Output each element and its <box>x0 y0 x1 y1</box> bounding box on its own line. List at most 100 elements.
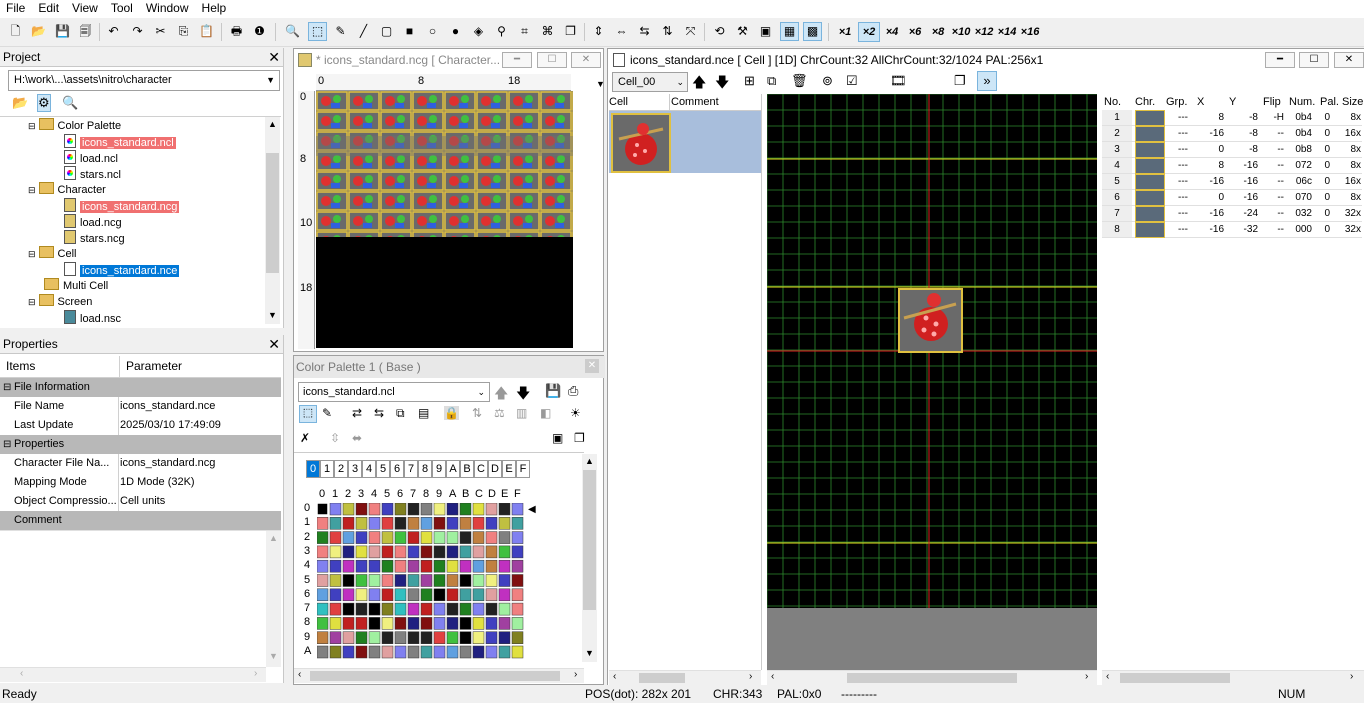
arrow-down-icon[interactable]: 🡇 <box>516 383 530 407</box>
cell-row-selected[interactable] <box>609 111 761 173</box>
chevron-left-icon[interactable]: ‹ <box>298 669 301 680</box>
tree-folder-multi-cell[interactable]: Multi Cell <box>44 278 108 294</box>
chevron-down-icon[interactable]: ⌄ <box>477 383 485 401</box>
view-icon[interactable]: ▣ <box>552 431 563 445</box>
light-icon[interactable]: ☀ <box>570 406 581 420</box>
oam-header[interactable]: Size <box>1342 95 1363 109</box>
oam-header[interactable]: Pal. <box>1320 95 1339 109</box>
windows-icon[interactable]: ❐ <box>954 73 966 89</box>
chevron-right-icon[interactable]: › <box>574 669 577 680</box>
close-icon[interactable]: ✕ <box>268 335 280 353</box>
oam-header[interactable]: Num. <box>1289 95 1315 109</box>
tree-folder-color-palette[interactable]: ⊟ Color Palette <box>28 118 121 134</box>
settings-icon[interactable]: ⚙ <box>37 94 51 112</box>
oam-row[interactable]: 7 --- -16 -24 -- 032 0 32x <box>1102 206 1362 222</box>
tree-item-load-nsc[interactable]: load.nsc <box>64 310 121 326</box>
fit-v-icon[interactable]: ⇳ <box>330 431 340 445</box>
close-button[interactable]: ✕ <box>585 359 599 373</box>
more-icon[interactable]: » <box>977 71 997 91</box>
gradient-icon[interactable]: ▤ <box>418 406 429 420</box>
oam-header[interactable]: No. <box>1104 95 1121 109</box>
ellipse-icon[interactable]: ○ <box>424 23 441 40</box>
palette-grid[interactable] <box>317 503 525 663</box>
save-icon[interactable]: 💾 <box>545 383 561 399</box>
minimize-button[interactable]: ━ <box>502 52 532 68</box>
palette-tab[interactable]: F <box>516 460 530 478</box>
tree-folder-screen[interactable]: ⊟ Screen <box>28 294 92 310</box>
oam-header[interactable]: X <box>1197 95 1204 109</box>
chevron-down-icon[interactable]: ▼ <box>268 310 277 320</box>
cut-icon[interactable]: ✂ <box>152 23 169 40</box>
copy-icon[interactable]: ⎘ <box>175 23 192 40</box>
cell-list-hscrollbar[interactable]: ‹ › <box>609 670 761 685</box>
cell-canvas-hscrollbar[interactable]: ‹ › <box>767 670 1097 685</box>
project-path-select[interactable]: H:\work\...\assets\nitro\character ▼ <box>8 70 280 91</box>
oam-row[interactable]: 3 --- 0 -8 -- 0b8 0 8x <box>1102 142 1362 158</box>
palette-tab[interactable]: B <box>460 460 474 478</box>
oam-hscrollbar[interactable]: ‹ › <box>1102 670 1364 685</box>
tree-item-load-ncg[interactable]: load.ncg <box>64 214 122 230</box>
zoom-icon[interactable]: 🔍 <box>284 23 301 40</box>
add-cell-icon[interactable]: ⊞ <box>744 73 755 89</box>
oam-row[interactable]: 8 --- -16 -32 -- 000 0 32x <box>1102 222 1362 238</box>
oam-header[interactable]: Y <box>1229 95 1236 109</box>
tree-item-icons-standard-nce[interactable]: icons_standard.nce <box>64 262 180 278</box>
select-rect-icon[interactable]: ⬚ <box>308 22 327 41</box>
chevron-up-icon[interactable]: ▲ <box>269 533 278 543</box>
chevron-down-icon[interactable]: ▼ <box>585 648 594 658</box>
fit-h-icon[interactable]: ⬌ <box>352 431 362 445</box>
undo-icon[interactable]: ↶ <box>105 23 122 40</box>
palette-scrollbar[interactable]: ▲ ▼ <box>582 454 597 662</box>
cell-canvas[interactable]: ‹ › <box>767 94 1097 685</box>
chevron-right-icon[interactable]: › <box>749 671 752 682</box>
minimize-button[interactable]: ━ <box>1265 52 1295 68</box>
rectangle-icon[interactable]: ▢ <box>378 23 395 40</box>
tree-item-icons-standard-ncg[interactable]: icons_standard.ncg <box>64 198 180 214</box>
close-button[interactable]: ✕ <box>1334 52 1364 68</box>
chevron-up-icon[interactable]: ▲ <box>585 456 594 466</box>
paste-icon[interactable]: 📋 <box>198 23 215 40</box>
zoom-x8-button[interactable]: ×8 <box>928 23 948 41</box>
menu-window[interactable]: Window <box>140 0 196 15</box>
export-icon[interactable]: ⎙ <box>568 383 578 399</box>
windows-icon[interactable]: ❐ <box>574 431 585 445</box>
palette-tab[interactable]: 6 <box>390 460 404 478</box>
group-file-information[interactable]: ⊟ File Information <box>0 378 281 398</box>
cell-select[interactable]: Cell_00 ⌄ <box>612 72 688 92</box>
tree-item-stars-ncg[interactable]: stars.ncg <box>64 230 125 246</box>
palette-tab[interactable]: 1 <box>320 460 334 478</box>
brush-icon[interactable]: ⌘ <box>539 23 556 40</box>
chevron-up-icon[interactable]: ▲ <box>268 119 277 129</box>
new-file-icon[interactable]: 🗋 <box>7 23 24 40</box>
flip-h-icon[interactable]: ⇔ <box>613 23 630 40</box>
scroll-thumb[interactable] <box>847 673 1017 683</box>
palette-tab[interactable]: E <box>502 460 516 478</box>
items-column[interactable]: Items <box>6 359 35 373</box>
delete-icon[interactable]: 🗑 <box>791 73 808 89</box>
close-icon[interactable]: ✕ <box>268 48 280 66</box>
chevron-down-icon[interactable]: ▼ <box>266 71 275 90</box>
oam-header[interactable]: Flip <box>1263 95 1281 109</box>
clear-icon[interactable]: ✗ <box>300 431 310 445</box>
info-icon[interactable]: ❶ <box>251 23 268 40</box>
zoom-x12-button[interactable]: ×12 <box>974 23 994 41</box>
palette-tab[interactable]: 5 <box>376 460 390 478</box>
duplicate-cell-icon[interactable]: ⧉ <box>767 73 776 89</box>
chevron-right-icon[interactable]: › <box>254 668 257 679</box>
sort-icon[interactable]: ⇅ <box>472 406 482 420</box>
search-icon[interactable]: 🔍 <box>62 95 78 111</box>
scroll-thumb[interactable] <box>583 470 596 610</box>
eyedropper-icon[interactable]: ⚲ <box>493 23 510 40</box>
cell-sprite[interactable] <box>898 288 963 353</box>
filled-ellipse-icon[interactable]: ● <box>447 23 464 40</box>
lock-icon[interactable]: 🔒 <box>444 406 459 420</box>
arrow-up-icon[interactable]: 🡅 <box>494 383 508 407</box>
chevron-right-icon[interactable]: › <box>1350 671 1353 682</box>
palette-tab[interactable]: 4 <box>362 460 376 478</box>
reduce-icon[interactable]: ▥ <box>516 406 527 420</box>
chevron-right-icon[interactable]: › <box>1085 671 1088 682</box>
zoom-x6-button[interactable]: ×6 <box>905 23 925 41</box>
print-icon[interactable]: 🖶 <box>228 23 245 40</box>
palette-tab[interactable]: 0 <box>306 460 320 478</box>
chevron-down-icon[interactable]: ⌄ <box>676 73 684 91</box>
